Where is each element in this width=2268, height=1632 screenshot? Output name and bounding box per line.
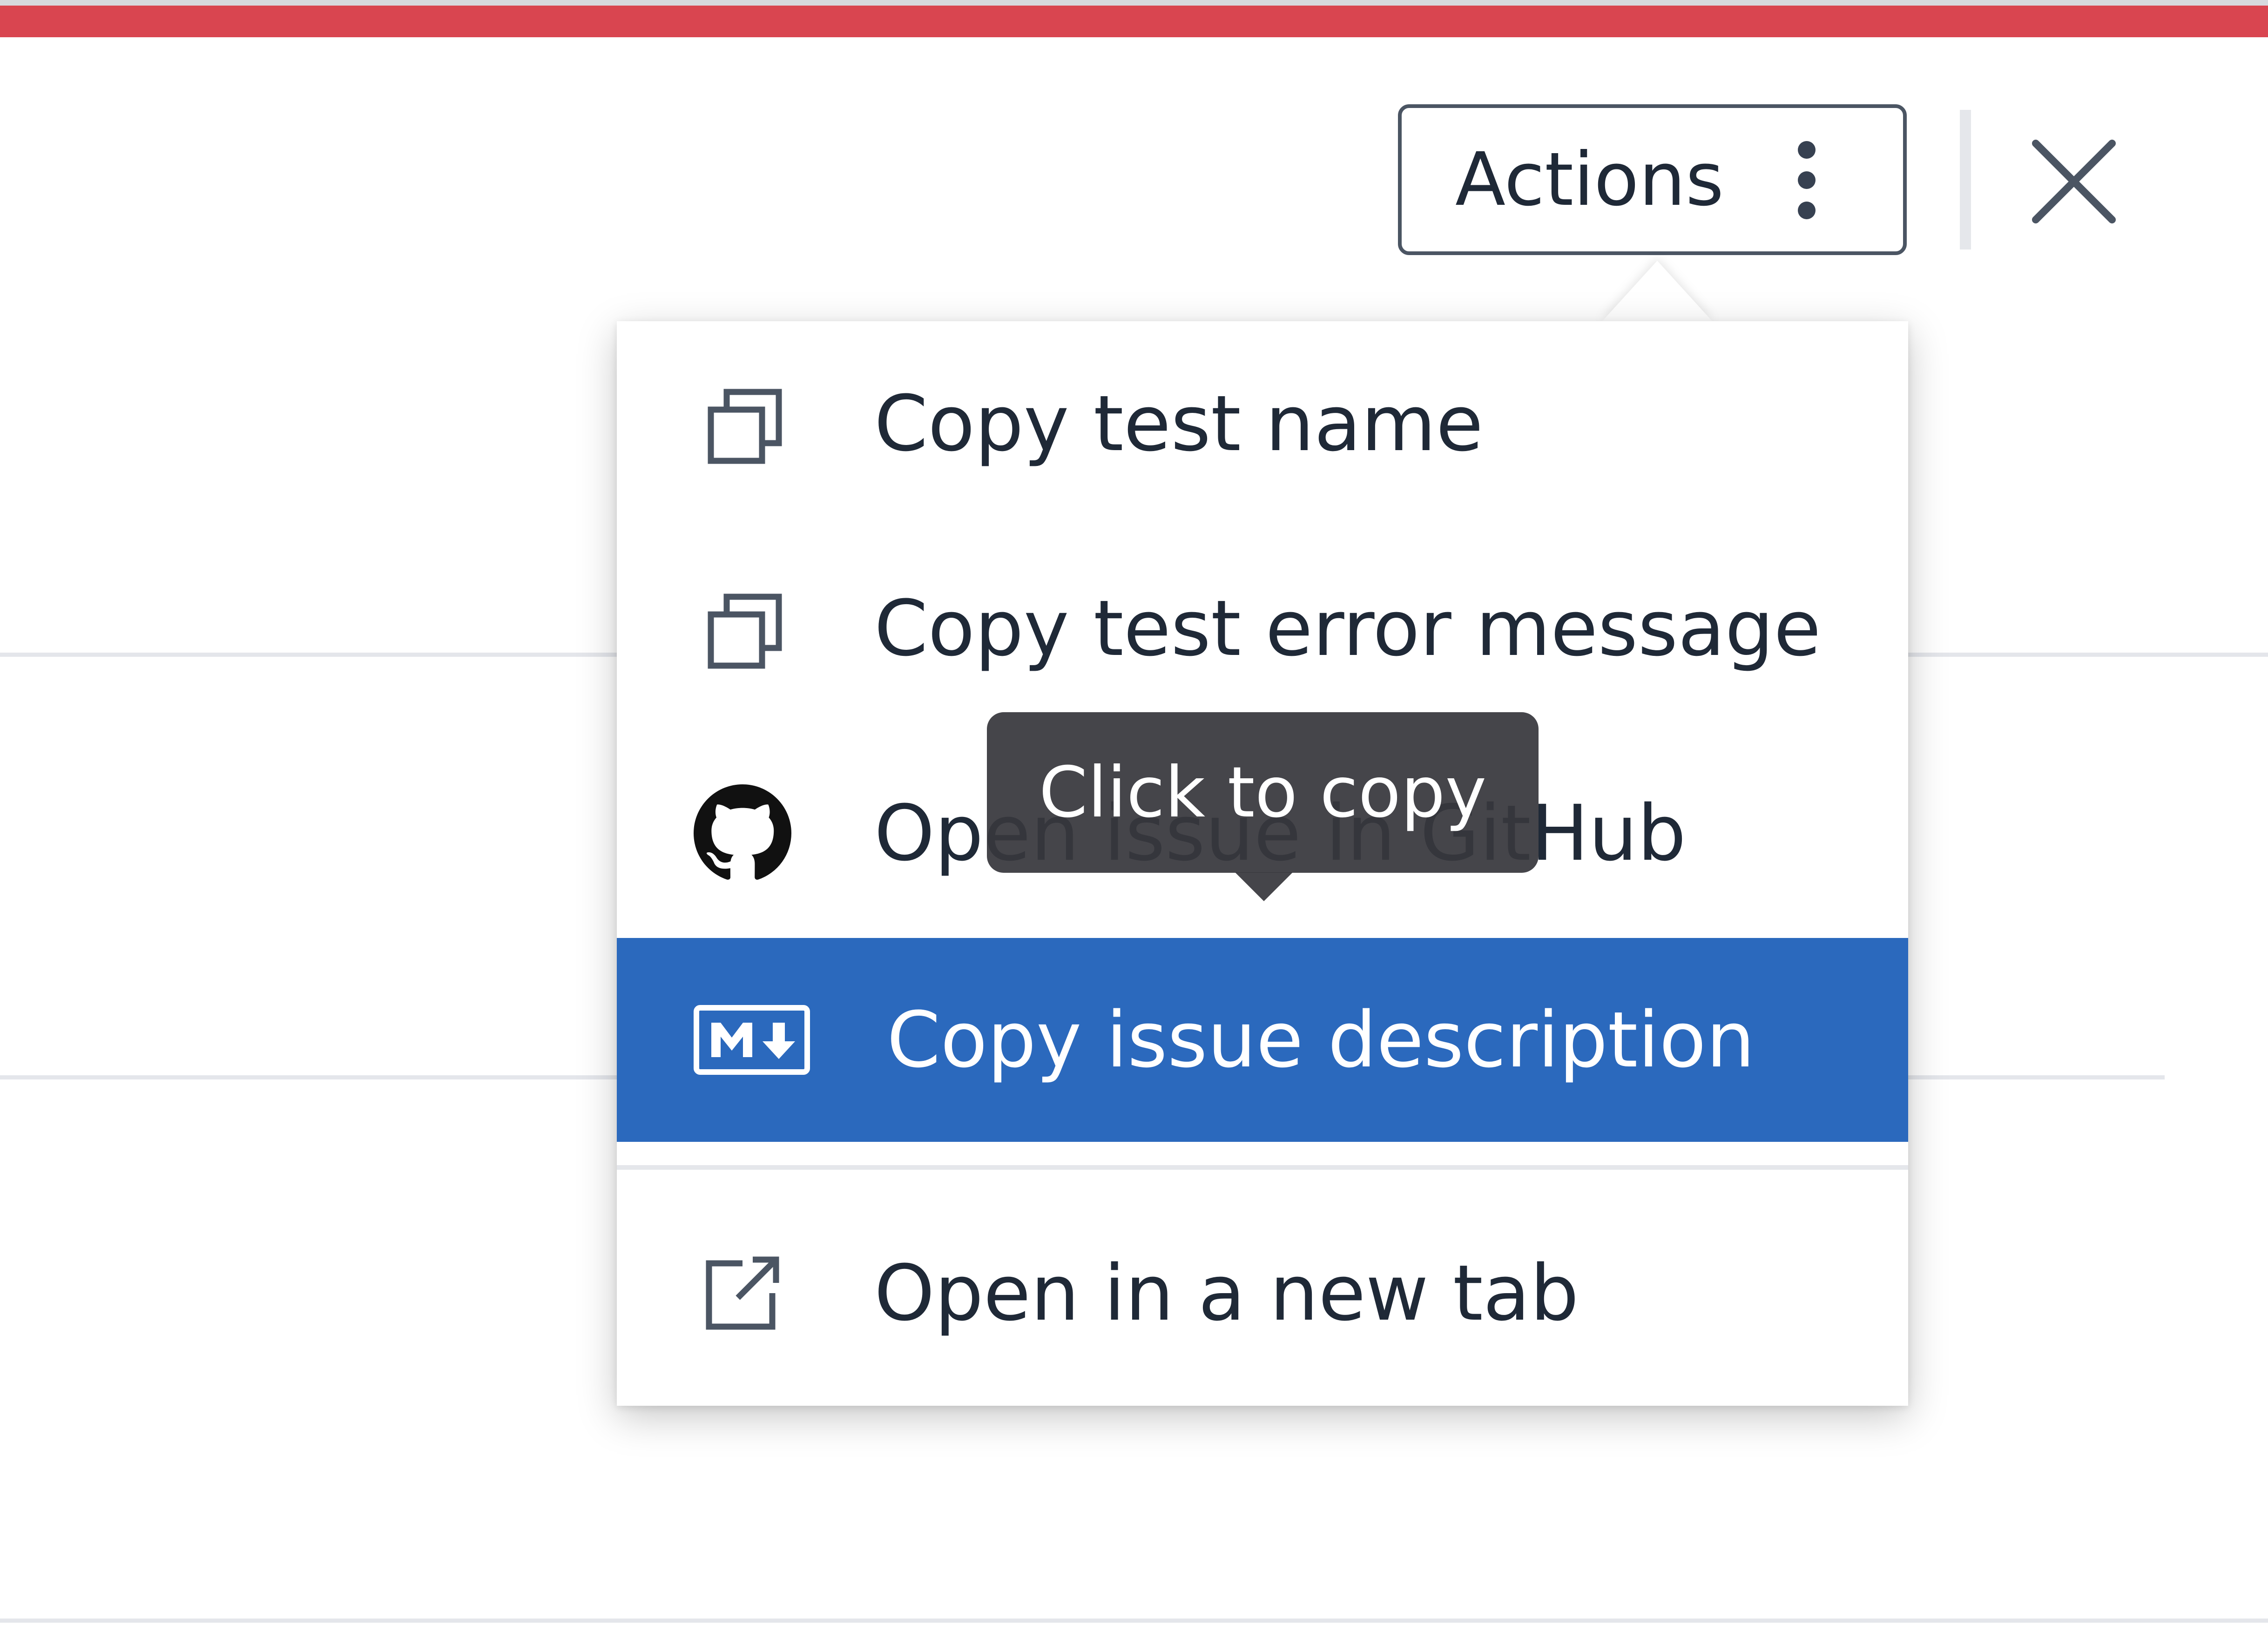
menu-item-copy-issue-description[interactable]: Copy issue description [617, 938, 1908, 1142]
github-icon [694, 784, 791, 882]
window-edge [0, 0, 2268, 6]
section-divider [0, 1619, 2268, 1623]
header-separator [1960, 110, 1971, 250]
external-link-icon [694, 1244, 791, 1342]
menu-item-copy-test-error-message[interactable]: Copy test error message [617, 526, 1908, 731]
menu-item-label: Copy test name [874, 379, 1484, 468]
menu-item-label: Copy test error message [874, 584, 1821, 673]
menu-item-copy-test-name[interactable]: Copy test name [617, 321, 1908, 526]
close-icon [2032, 140, 2116, 223]
tooltip-pointer [1235, 872, 1293, 901]
tooltip-text: Click to copy [1039, 752, 1487, 833]
copy-icon [694, 375, 791, 472]
failed-status-bar [0, 6, 2268, 37]
actions-button[interactable]: Actions [1398, 104, 1907, 255]
menu-item-open-in-new-tab[interactable]: Open in a new tab [617, 1180, 1908, 1406]
menu-item-label: Open in a new tab [874, 1248, 1579, 1338]
menu-item-label: Copy issue description [887, 995, 1755, 1085]
kebab-vertical-icon [1798, 141, 1816, 219]
copy-icon [694, 580, 791, 677]
markdown-icon [691, 991, 812, 1089]
actions-button-label: Actions [1455, 137, 1724, 223]
menu-pointer [1601, 261, 1713, 322]
close-button[interactable] [2016, 119, 2132, 244]
menu-divider [617, 1165, 1908, 1170]
page: Actions Copy test name Copy test error m… [0, 0, 2268, 1632]
click-to-copy-tooltip: Click to copy [987, 712, 1539, 873]
